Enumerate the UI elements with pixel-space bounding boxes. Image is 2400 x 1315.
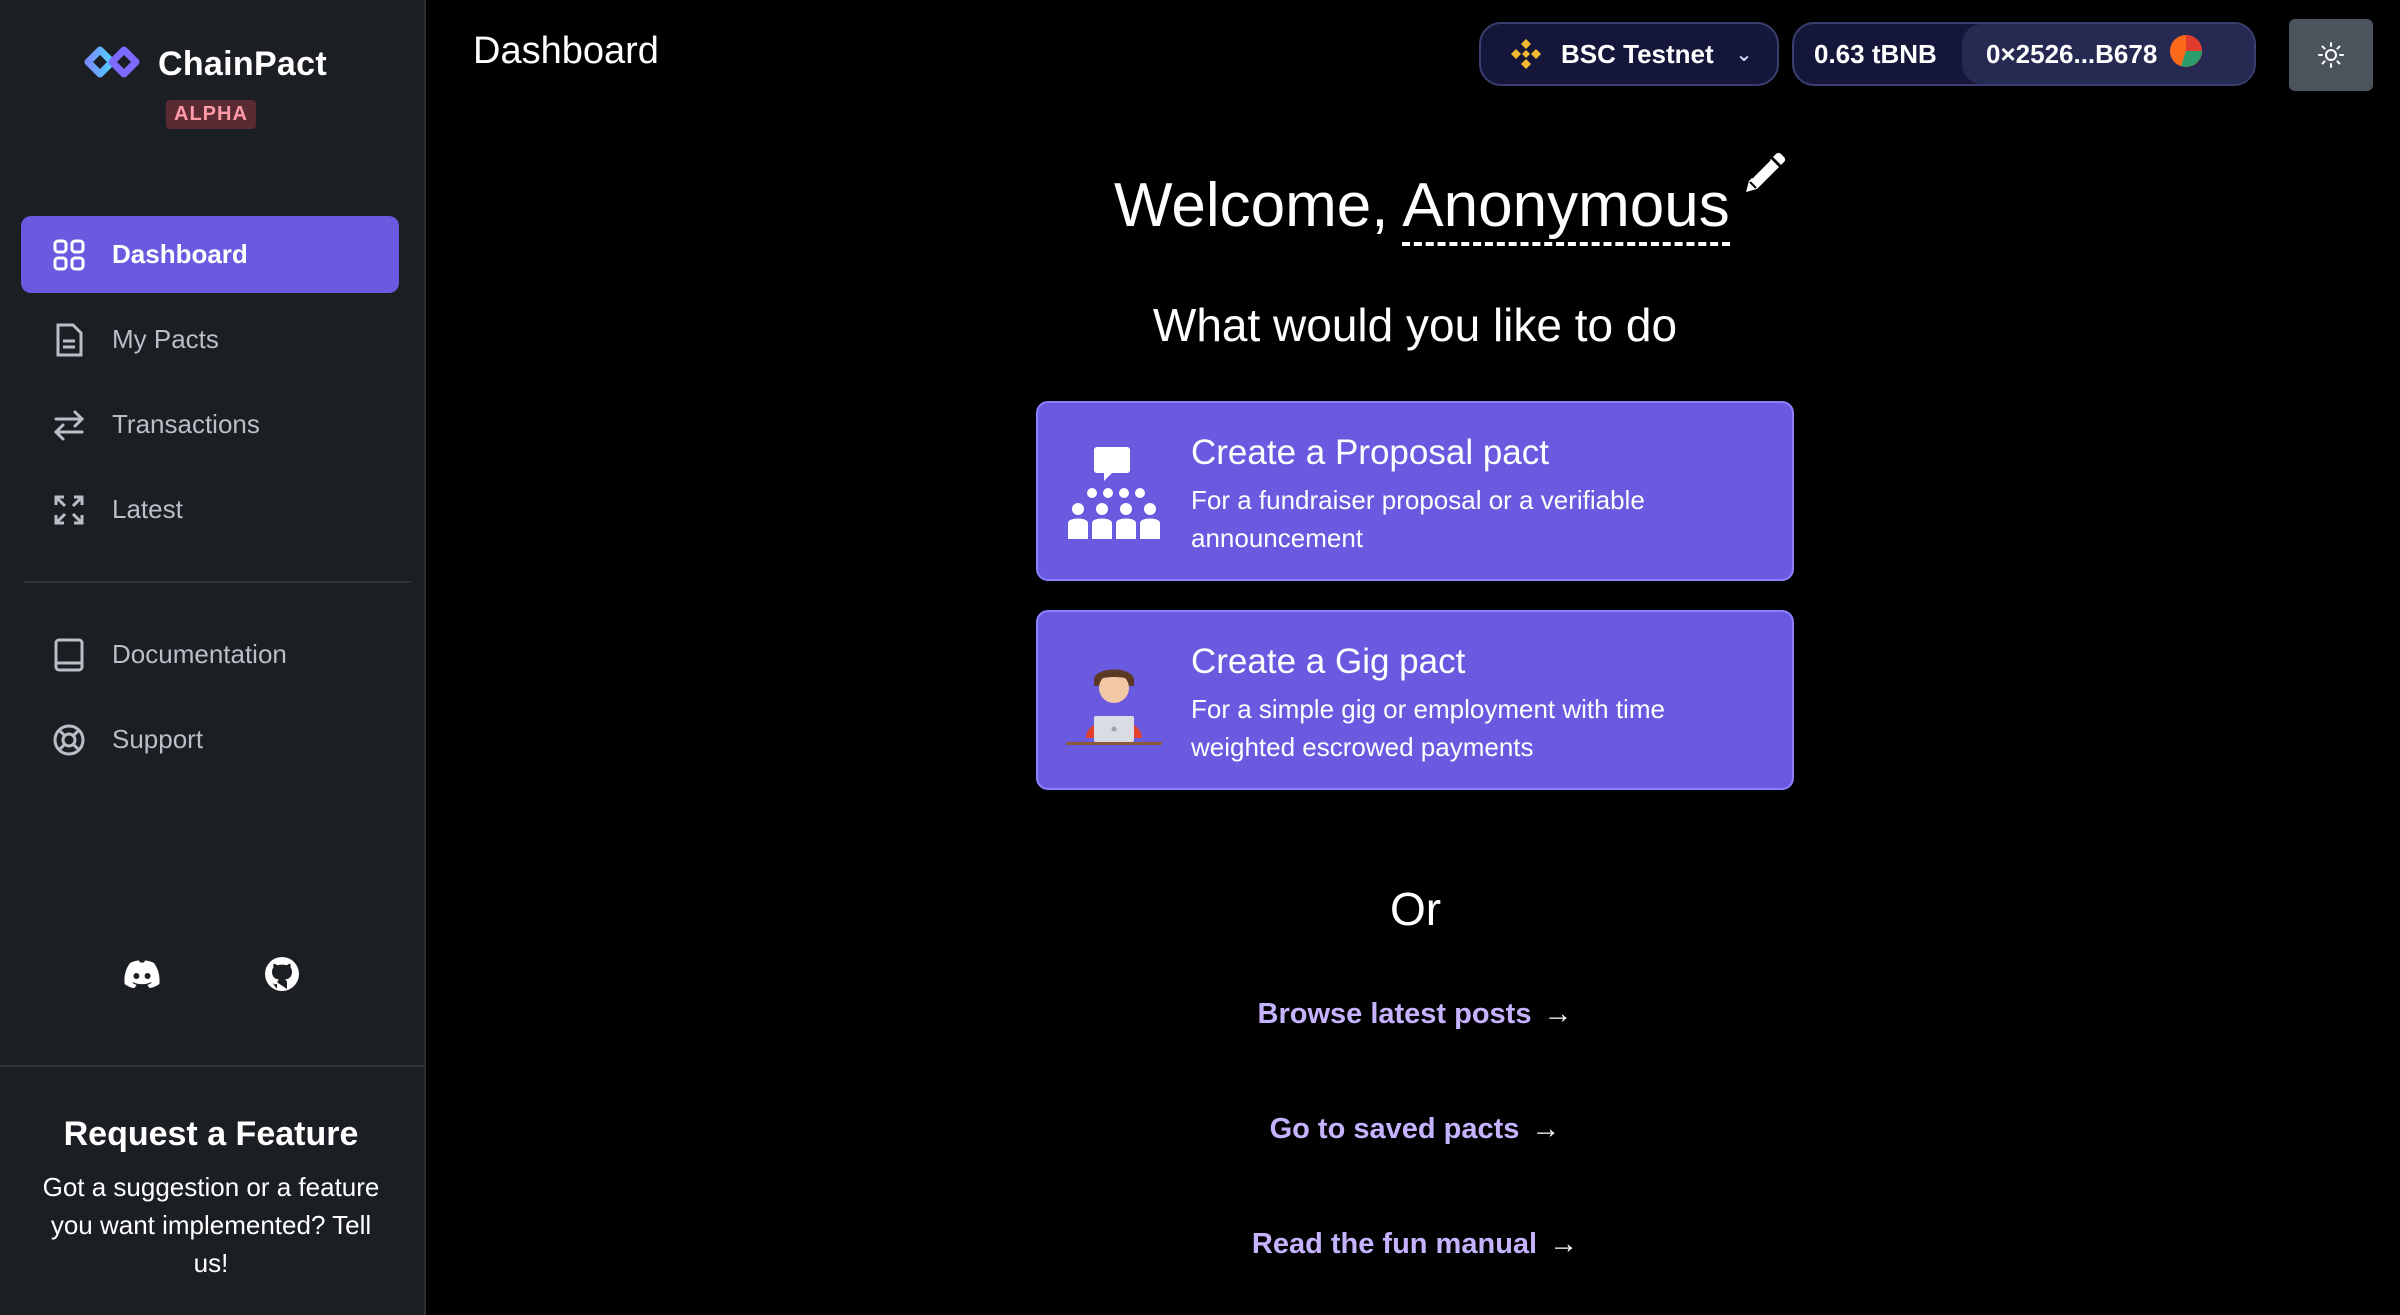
sidebar: ChainPact ALPHA Dashboard My Pacts Trans… bbox=[0, 0, 426, 1315]
dashboard-grid-icon bbox=[51, 237, 87, 273]
arrow-right-icon: → bbox=[1531, 1113, 1561, 1145]
sidebar-divider bbox=[0, 1065, 426, 1067]
wallet-address-button[interactable]: 0×2526...B678 bbox=[1962, 24, 2254, 84]
expand-icon bbox=[51, 492, 87, 528]
sidebar-item-support[interactable]: Support bbox=[21, 701, 399, 778]
network-selector[interactable]: BSC Testnet ⌄ bbox=[1479, 22, 1779, 86]
sidebar-nav: Dashboard My Pacts Transactions Latest bbox=[21, 216, 399, 556]
wallet-address: 0×2526...B678 bbox=[1986, 38, 2158, 69]
card-description: For a simple gig or employment with time… bbox=[1191, 694, 1665, 762]
browse-latest-posts-link[interactable]: Browse latest posts → bbox=[1036, 998, 1794, 1031]
theme-toggle-button[interactable] bbox=[2289, 19, 2373, 91]
edit-pencil-icon[interactable] bbox=[1738, 150, 1788, 205]
github-icon[interactable] bbox=[260, 952, 304, 996]
request-feature-panel[interactable]: Request a Feature Got a suggestion or a … bbox=[0, 1115, 422, 1282]
card-title: Create a Proposal pact bbox=[1191, 433, 1549, 472]
sun-icon bbox=[2318, 42, 2344, 68]
welcome-prefix: Welcome, bbox=[1114, 171, 1403, 240]
page-title: Dashboard bbox=[473, 30, 659, 72]
discord-icon[interactable] bbox=[120, 952, 164, 996]
chainpact-logo-icon bbox=[82, 44, 142, 85]
card-title: Create a Gig pact bbox=[1191, 642, 1466, 681]
sidebar-item-label: Documentation bbox=[112, 639, 287, 669]
arrow-right-icon: → bbox=[1543, 998, 1573, 1030]
book-icon bbox=[51, 637, 87, 673]
sidebar-item-label: Support bbox=[112, 724, 204, 754]
username[interactable]: Anonymous bbox=[1402, 171, 1730, 246]
wallet-widget: 0.63 tBNB 0×2526...B678 bbox=[1792, 22, 2256, 86]
bnb-logo-icon bbox=[1509, 37, 1543, 71]
sidebar-item-documentation[interactable]: Documentation bbox=[21, 616, 399, 693]
request-feature-title: Request a Feature bbox=[63, 1115, 359, 1153]
social-links bbox=[120, 952, 304, 996]
lifebuoy-icon bbox=[51, 722, 87, 758]
network-name: BSC Testnet bbox=[1561, 38, 1714, 69]
create-proposal-pact-card[interactable]: Create a Proposal pact For a fundraiser … bbox=[1036, 401, 1794, 581]
alpha-badge: ALPHA bbox=[166, 100, 256, 129]
sidebar-secondary-nav: Documentation Support bbox=[21, 616, 399, 786]
swap-arrows-icon bbox=[51, 407, 87, 443]
link-label: Go to saved pacts bbox=[1269, 1113, 1520, 1145]
wallet-avatar-icon bbox=[2169, 34, 2203, 75]
go-to-saved-pacts-link[interactable]: Go to saved pacts → bbox=[1036, 1113, 1794, 1146]
wallet-balance: 0.63 tBNB bbox=[1814, 38, 1937, 69]
sidebar-item-dashboard[interactable]: Dashboard bbox=[21, 216, 399, 293]
chevron-down-icon: ⌄ bbox=[1735, 43, 1753, 66]
create-gig-pact-card[interactable]: Create a Gig pact For a simple gig or em… bbox=[1036, 610, 1794, 790]
sidebar-item-label: Transactions bbox=[112, 409, 260, 439]
audience-icon bbox=[1064, 443, 1164, 543]
sidebar-item-label: Latest bbox=[112, 494, 183, 524]
request-feature-text: Got a suggestion or a feature you want i… bbox=[42, 1172, 380, 1278]
welcome-heading: Welcome, Anonymous bbox=[1114, 170, 1730, 246]
sidebar-item-latest[interactable]: Latest bbox=[21, 471, 399, 548]
brand-name: ChainPact bbox=[158, 45, 327, 83]
link-label: Browse latest posts bbox=[1257, 998, 1532, 1030]
freelancer-laptop-icon bbox=[1064, 652, 1164, 752]
link-label: Read the fun manual bbox=[1251, 1228, 1538, 1260]
sidebar-divider bbox=[23, 581, 411, 583]
brand[interactable]: ChainPact bbox=[82, 44, 327, 85]
read-the-fun-manual-link[interactable]: Read the fun manual → bbox=[1036, 1228, 1794, 1261]
prompt-question: What would you like to do bbox=[1152, 299, 1678, 351]
arrow-right-icon: → bbox=[1549, 1228, 1579, 1260]
sidebar-item-transactions[interactable]: Transactions bbox=[21, 386, 399, 463]
or-separator: Or bbox=[1390, 883, 1442, 935]
card-description: For a fundraiser proposal or a verifiabl… bbox=[1191, 485, 1645, 553]
sidebar-item-label: Dashboard bbox=[112, 239, 248, 269]
